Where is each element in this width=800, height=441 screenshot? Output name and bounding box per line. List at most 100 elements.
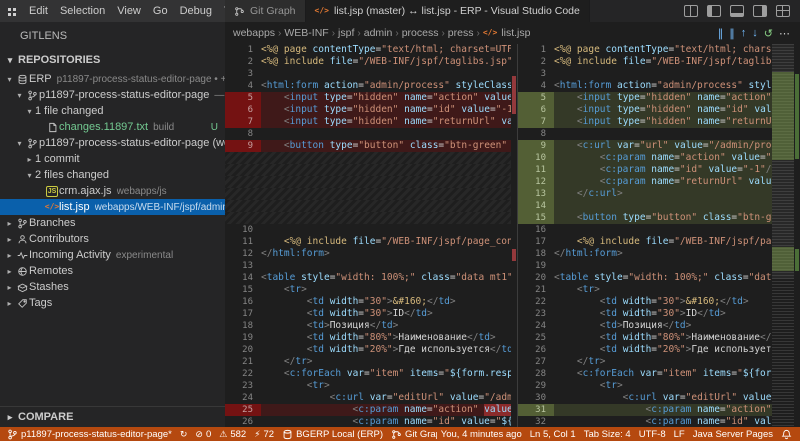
code-line[interactable]: 21 </tr> <box>225 356 511 368</box>
tab-git-graph[interactable]: Git Graph <box>225 0 306 22</box>
code-line[interactable]: 6 <input type="hidden" name="id" value="… <box>225 104 511 116</box>
code-line[interactable]: 5 <input type="hidden" name="action" val… <box>225 92 511 104</box>
breadcrumb-item-process[interactable]: process <box>402 27 439 39</box>
code-line[interactable]: 14<table style="width: 100%;" class="dat… <box>225 272 511 284</box>
tree-item-erp[interactable]: ▾ERPp11897-process-status-editor-page • … <box>0 71 225 87</box>
breadcrumb-item-web-inf[interactable]: WEB-INF <box>284 27 328 39</box>
tree-item-stashes[interactable]: ▸Stashes <box>0 279 225 295</box>
code-line[interactable]: 2<%@ include file="/WEB-INF/jspf/taglibs… <box>225 56 511 68</box>
code-line[interactable]: 4<html:form action="admin/process" style… <box>518 80 772 92</box>
status-eol[interactable]: LF <box>670 427 689 441</box>
code-line[interactable]: 2<%@ include file="/WEB-INF/jspf/taglibs… <box>518 56 772 68</box>
code-line[interactable]: 25 <td width="80%">Наименование</td> <box>518 332 772 344</box>
code-line[interactable]: 20 <td width="20%">Где используется</td> <box>225 344 511 356</box>
status-language-mode[interactable]: Java Server Pages <box>689 427 777 441</box>
code-line[interactable]: 19 <td width="80%">Наименование</td> <box>225 332 511 344</box>
status-zap-count[interactable]: ⚡72 <box>250 427 278 441</box>
status-notifications-bell[interactable] <box>777 427 796 441</box>
code-line[interactable]: 1<%@ page contentType="text/html; charse… <box>518 44 772 56</box>
code-line[interactable]: 22 <td width="30">&#160;</td> <box>518 296 772 308</box>
menu-edit[interactable]: Edit <box>23 0 54 22</box>
code-line[interactable]: 27 </tr> <box>518 356 772 368</box>
code-line[interactable]: 9 <c:url var="url" value="/admin/process… <box>518 140 772 152</box>
toggle-panel-icon[interactable] <box>730 5 744 17</box>
tree-item-changes-11897-txt[interactable]: changes.11897.txtbuildU <box>0 119 225 135</box>
breadcrumb-item-webapps[interactable]: webapps <box>233 27 275 39</box>
customize-layout-icon[interactable] <box>776 5 790 17</box>
code-line[interactable]: 13 </c:url> <box>518 188 772 200</box>
status-sync-indicator[interactable]: ↻ <box>176 427 192 441</box>
split-editor-icon[interactable] <box>684 5 698 17</box>
tree-item-1-commit[interactable]: ▸1 commit <box>0 151 225 167</box>
code-line[interactable]: 32 <c:param name="id" value="${item.id}"… <box>518 416 772 427</box>
code-line[interactable]: 4<html:form action="admin/process" style… <box>225 80 511 92</box>
previous-change-icon[interactable]: ↑ <box>741 27 747 39</box>
code-line[interactable]: 5 <input type="hidden" name="action" val… <box>518 92 772 104</box>
code-line[interactable]: 17 <%@ include file="/WEB-INF/jspf/page_… <box>518 236 772 248</box>
code-line[interactable]: 10 <c:param name="action" value="statusG… <box>518 152 772 164</box>
tree-item-p11897-process-status-editor-page-working[interactable]: ▾p11897-process-status-editor-page (work… <box>0 135 225 151</box>
code-line[interactable]: 12</html:form> <box>225 248 511 260</box>
tree-item-2-files-changed[interactable]: ▾2 files changed <box>0 167 225 183</box>
code-line[interactable]: 24 <td>Позиция</td> <box>518 320 772 332</box>
code-line[interactable]: 15 <button type="button" class="btn-gree… <box>518 212 772 224</box>
status-indentation[interactable]: Tab Size: 4 <box>580 427 635 441</box>
code-line[interactable]: 22 <c:forEach var="item" items="${form.r… <box>225 368 511 380</box>
tree-item-crm-ajax-js[interactable]: JScrm.ajax.jswebapps/js <box>0 183 225 199</box>
menu-selection[interactable]: Selection <box>54 0 111 22</box>
app-menu-icon[interactable] <box>8 8 11 11</box>
code-line[interactable]: 18 <td>Позиция</td> <box>225 320 511 332</box>
status-encoding[interactable]: UTF-8 <box>635 427 670 441</box>
code-line[interactable]: 16 <td width="30">&#160;</td> <box>225 296 511 308</box>
code-line[interactable]: 10 <box>225 224 511 236</box>
code-line[interactable]: 23 <tr> <box>225 380 511 392</box>
breadcrumb-item-admin[interactable]: admin <box>364 27 393 39</box>
status-bgerp-connection[interactable]: BGERP Local (ERP) <box>278 427 387 441</box>
code-line[interactable]: 23 <td width="30">ID</td> <box>518 308 772 320</box>
revert-icon[interactable]: ↺ <box>764 27 773 40</box>
next-change-icon[interactable]: ↓ <box>752 27 758 39</box>
code-line[interactable]: 25 <c:param name="action" value="statusG… <box>225 404 511 416</box>
code-line[interactable]: 26 <td width="20%">Где используется</td> <box>518 344 772 356</box>
code-line[interactable]: 19 <box>518 260 772 272</box>
code-line[interactable]: 15 <tr> <box>225 284 511 296</box>
minimap[interactable] <box>772 44 794 427</box>
tree-item-list-jsp[interactable]: </>list.jspwebapps/WEB-INF/jspf/admin/pr… <box>0 199 225 215</box>
status-blame-annotation[interactable]: You, 4 minutes ago <box>437 427 526 441</box>
code-line[interactable]: 26 <c:param name="id" value="${item.id}"… <box>225 416 511 427</box>
code-line[interactable]: 11 <%@ include file="/WEB-INF/jspf/page_… <box>225 236 511 248</box>
code-line[interactable]: 12 <c:param name="returnUrl" value="${fo… <box>518 176 772 188</box>
code-line[interactable]: 29 <tr> <box>518 380 772 392</box>
menu-go[interactable]: Go <box>147 0 174 22</box>
code-line[interactable]: 6 <input type="hidden" name="id" value="… <box>518 104 772 116</box>
whitespace-icon[interactable]: ∥ <box>729 27 735 40</box>
tree-item-1-file-changed[interactable]: ▾1 file changed <box>0 103 225 119</box>
code-line[interactable]: 8 <box>225 128 511 140</box>
inline-view-icon[interactable]: ∥ <box>718 27 724 40</box>
breadcrumb-item-jspf[interactable]: jspf <box>338 27 354 39</box>
tree-item-branches[interactable]: ▸Branches <box>0 215 225 231</box>
status-git-graph-launcher[interactable]: Git Graph <box>387 427 437 441</box>
tree-item-p11897-process-status-editor-page[interactable]: ▾p11897-process-status-editor-page— orig… <box>0 87 225 103</box>
code-line[interactable]: 31 <c:param name="action" value="statusG… <box>518 404 772 416</box>
code-line[interactable]: 17 <td width="30">ID</td> <box>225 308 511 320</box>
code-line[interactable]: 7 <input type="hidden" name="returnUrl" … <box>518 116 772 128</box>
code-line[interactable]: 16 <box>518 224 772 236</box>
section-repositories[interactable]: ▾ REPOSITORIES <box>0 49 225 71</box>
status-cursor-position[interactable]: Ln 5, Col 1 <box>526 427 580 441</box>
code-line[interactable]: 8 <box>518 128 772 140</box>
code-line[interactable]: 20<table style="width: 100%;" class="dat… <box>518 272 772 284</box>
tree-item-tags[interactable]: ▸Tags <box>0 295 225 311</box>
code-line[interactable]: 18</html:form> <box>518 248 772 260</box>
code-line[interactable]: 14 <box>518 200 772 212</box>
status-branch-indicator[interactable]: p11897-process-status-editor-page* <box>3 427 176 441</box>
breadcrumb-item-press[interactable]: press <box>448 27 474 39</box>
menu-debug[interactable]: Debug <box>174 0 218 22</box>
tree-item-remotes[interactable]: ▸Remotes <box>0 263 225 279</box>
code-line[interactable]: 3 <box>518 68 772 80</box>
more-actions-icon[interactable]: ⋯ <box>779 27 790 40</box>
tree-item-contributors[interactable]: ▸Contributors <box>0 231 225 247</box>
tab-diff-list-jsp[interactable]: </> list.jsp (master) ↔ list.jsp - ERP -… <box>306 0 590 22</box>
code-line[interactable]: 1<%@ page contentType="text/html; charse… <box>225 44 511 56</box>
tree-item-incoming-activity[interactable]: ▸Incoming Activityexperimental <box>0 247 225 263</box>
